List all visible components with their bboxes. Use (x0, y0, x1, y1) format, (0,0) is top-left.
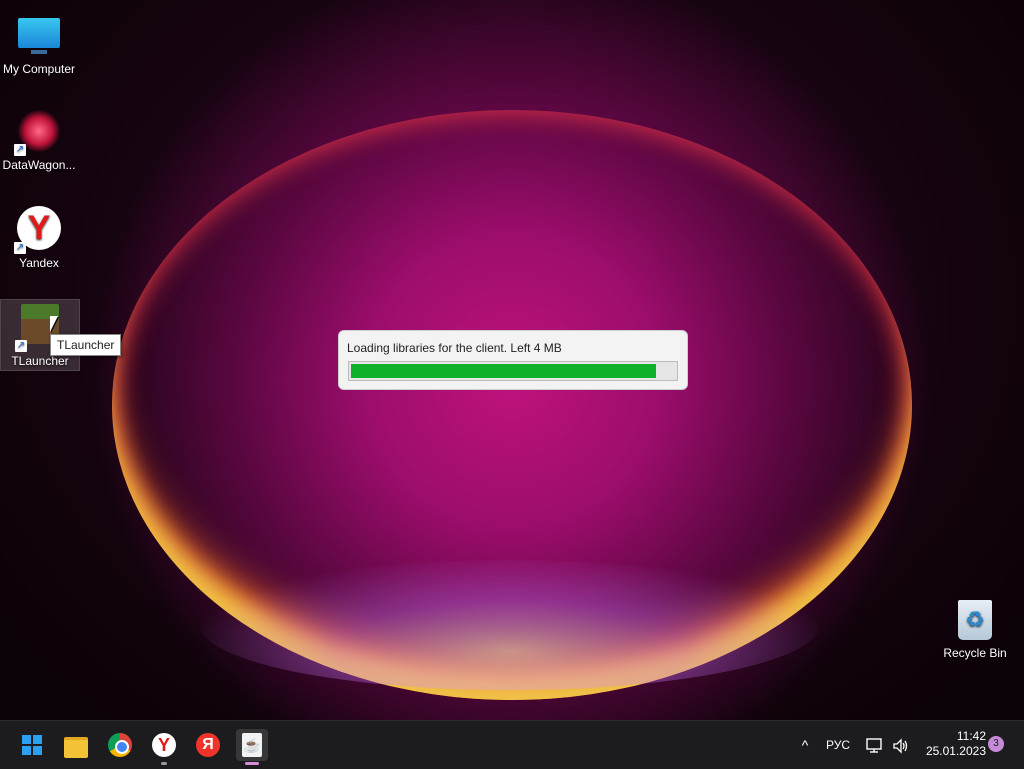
running-indicator (161, 762, 167, 765)
desktop-icon-recycle-bin[interactable]: ♻ Recycle Bin (938, 596, 1012, 662)
monitor-stand (31, 50, 47, 54)
yandex-browser-icon: Y (152, 733, 176, 757)
loading-message: Loading libraries for the client. Left 4… (347, 341, 562, 355)
progress-fill (351, 364, 656, 378)
java-icon: ☕ (242, 733, 262, 757)
wallpaper-glow (200, 560, 820, 690)
desktop-icon-label: Yandex (19, 256, 59, 270)
taskbar-file-explorer[interactable] (60, 729, 92, 761)
folder-icon (64, 737, 88, 758)
desktop-icon-label: DataWagon... (2, 158, 76, 172)
taskbar-yandex[interactable]: Я (192, 729, 224, 761)
desktop-icon-label: Recycle Bin (943, 646, 1007, 660)
volume-icon (893, 738, 908, 754)
chrome-icon (108, 733, 132, 757)
taskbar-yandex-browser[interactable]: Y (148, 729, 180, 765)
start-button[interactable] (16, 729, 48, 761)
taskbar-chrome[interactable] (104, 729, 136, 761)
desktop-icon-label: My Computer (2, 62, 76, 76)
clock-date: 25.01.2023 (925, 744, 986, 758)
yandex-icon: Я (196, 733, 220, 757)
desktop-icon-datawagon[interactable]: ↗ DataWagon... (0, 104, 78, 174)
mouse-cursor-icon (50, 316, 58, 332)
network-button[interactable] (866, 721, 884, 769)
tooltip: TLauncher (50, 334, 122, 356)
running-indicator (245, 762, 259, 765)
show-hidden-icons-button[interactable]: ^ (796, 721, 814, 769)
notification-badge[interactable]: 3 (988, 736, 1004, 752)
shortcut-arrow-icon: ↗ (14, 242, 26, 254)
language-indicator[interactable]: РУС (826, 721, 850, 769)
desktop-icon-yandex[interactable]: Y ↗ Yandex (0, 202, 78, 272)
shortcut-arrow-icon: ↗ (14, 144, 26, 156)
progress-bar (348, 361, 678, 381)
loading-dialog: Loading libraries for the client. Left 4… (338, 330, 688, 390)
clock[interactable]: 11:42 25.01.2023 (920, 729, 986, 759)
recycle-bin-icon: ♻ (958, 600, 992, 640)
desktop-icon-label: TLauncher (11, 354, 69, 368)
taskbar: Y Я ☕ ^ РУС 11:42 25.01.2023 (0, 720, 1024, 769)
monitor-icon (18, 18, 60, 48)
taskbar-java[interactable]: ☕ (236, 729, 268, 765)
volume-button[interactable] (892, 721, 910, 769)
windows-logo-icon (22, 735, 42, 755)
clock-time: 11:42 (956, 729, 986, 743)
network-icon (866, 738, 882, 753)
chevron-up-icon: ^ (801, 737, 809, 753)
shortcut-arrow-icon: ↗ (15, 340, 27, 352)
desktop-icon-my-computer[interactable]: My Computer (0, 8, 78, 78)
